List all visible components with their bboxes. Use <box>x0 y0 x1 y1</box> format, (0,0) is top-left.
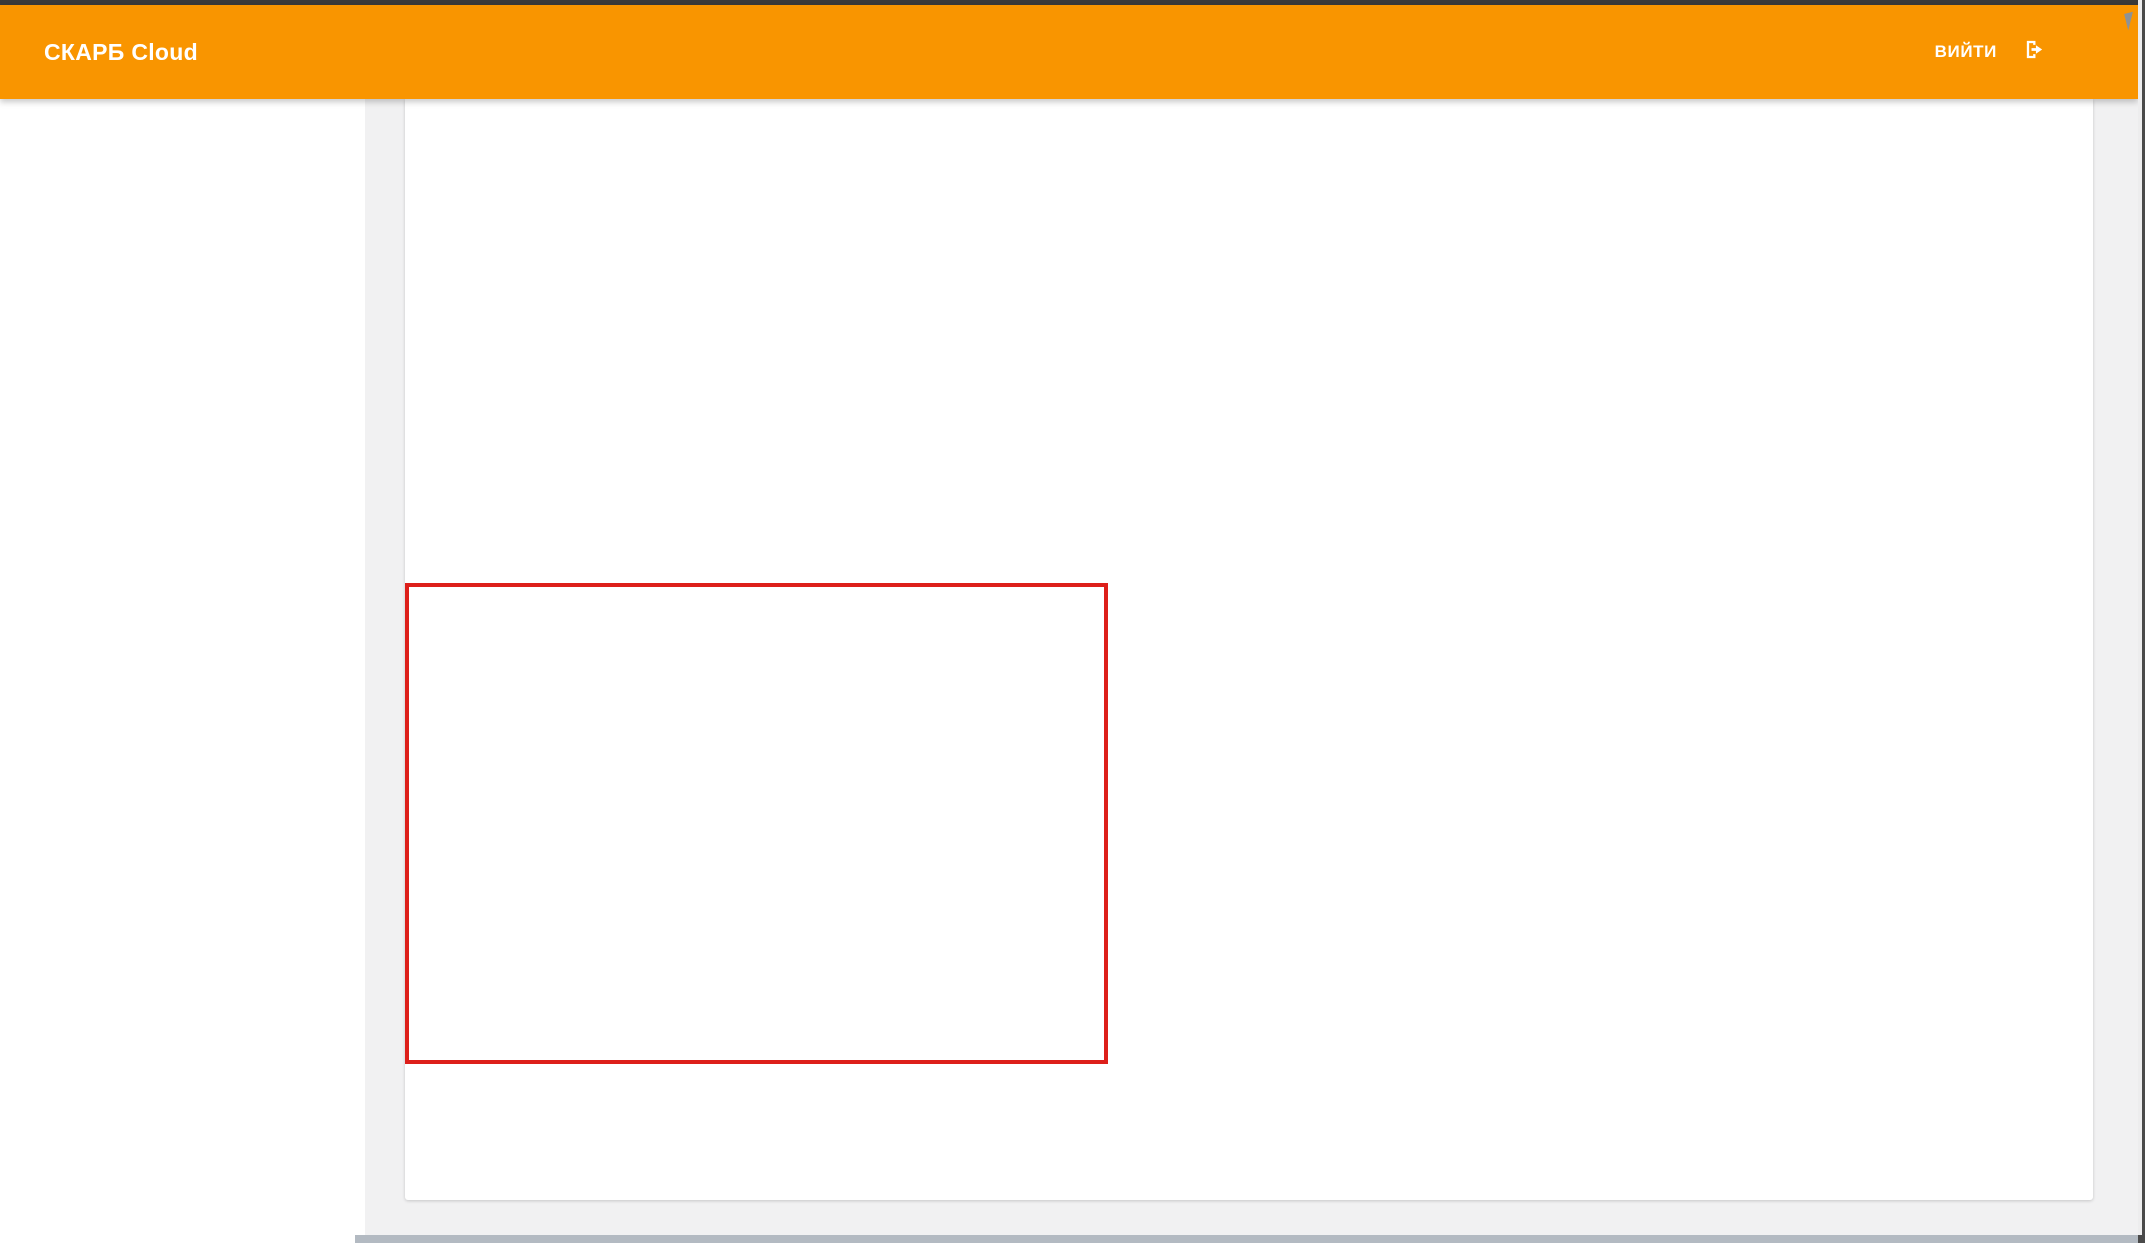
app-title: СКАРБ Cloud <box>44 39 198 66</box>
skarb-cloud-page: { "header": { "app_title": "СКАРБ Cloud"… <box>0 0 2145 1243</box>
scrollbar-corner <box>2138 1235 2145 1243</box>
logout-button[interactable]: ВИЙТИ <box>1935 38 2046 66</box>
horizontal-scrollbar-thumb[interactable] <box>355 1235 2138 1243</box>
sign-out-icon <box>1997 38 2046 66</box>
logout-label: ВИЙТИ <box>1935 42 1997 62</box>
sidebar <box>0 99 365 1243</box>
main-panel <box>405 99 2093 1200</box>
app-header: СКАРБ Cloud ВИЙТИ <box>0 5 2138 99</box>
